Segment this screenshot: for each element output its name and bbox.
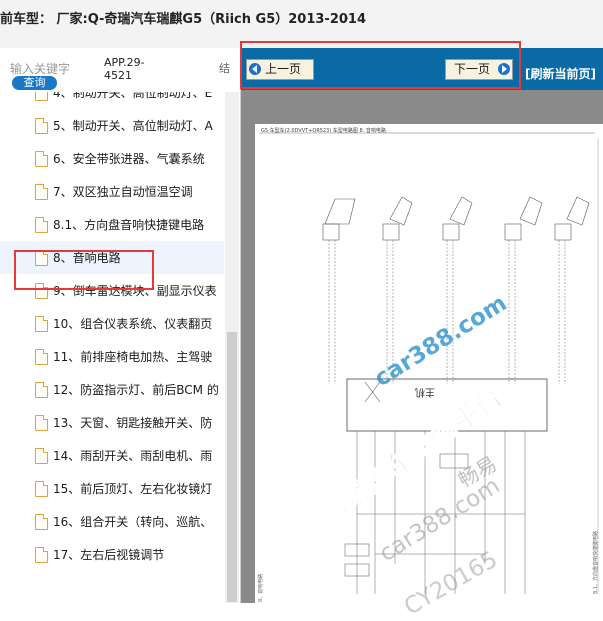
document-icon (35, 382, 48, 398)
document-icon (35, 151, 48, 167)
refresh-page-link[interactable]: [刷新当前页] (525, 65, 596, 82)
tree-item[interactable]: 6、安全带张进器、气囊系统 (0, 142, 224, 175)
tree-item[interactable]: 5、制动开关、高位制动灯、A (0, 109, 224, 142)
app-id-line2: 4521 (104, 69, 132, 82)
schematic-page: G5 车型车(2.0DVVT+QR523) 车型电路图 8. 音响电路 主机 8… (255, 124, 603, 603)
search-input[interactable]: 输入关键字 (10, 60, 70, 77)
vehicle-title: 前车型： 厂家:Q-奇瑞汽车瑞麒G5（Riich G5）2013-2014 (0, 12, 367, 27)
tree-scrollbar[interactable] (225, 92, 239, 603)
title-dot: . (346, 12, 349, 22)
tree-item-label: 14、雨刮开关、雨刮电机、雨 (53, 449, 213, 463)
document-tree: 4、制动开关、高位制动灯、E 5、制动开关、高位制动灯、A 6、安全带张进器、气… (0, 92, 224, 603)
tree-item-label: 5、制动开关、高位制动灯、A (53, 119, 213, 133)
document-icon (35, 514, 48, 530)
tree-item-label: 7、双区独立自动恒温空调 (53, 185, 193, 199)
selection-highlight-box (14, 250, 154, 290)
tree-item-label: 6、安全带张进器、气囊系统 (53, 152, 205, 166)
tree-item[interactable]: 13、天窗、钥匙接触开关、防 (0, 406, 224, 439)
page-right-caption: 8.1、方向盘音响快捷键电路 (593, 531, 599, 594)
tree-item[interactable]: 16、组合开关（转向、巡航、 (0, 505, 224, 538)
nav-highlight-box (240, 41, 521, 89)
tree-item[interactable]: 17、左右后视镜调节 (0, 538, 224, 571)
tree-item[interactable]: 8.1、方向盘音响快捷键电路 (0, 208, 224, 241)
tree-item-label: 13、天窗、钥匙接触开关、防 (53, 416, 213, 430)
document-icon (35, 316, 48, 332)
tree-item[interactable]: 7、双区独立自动恒温空调 (0, 175, 224, 208)
document-icon (35, 217, 48, 233)
tree-item[interactable]: 14、雨刮开关、雨刮电机、雨 (0, 439, 224, 472)
head-unit-label: 主机 (415, 386, 435, 397)
tree-item[interactable]: 4、制动开关、高位制动灯、E (0, 92, 224, 109)
document-icon (35, 481, 48, 497)
document-icon (35, 184, 48, 200)
document-icon (35, 415, 48, 431)
app-id-line1: APP.29- (104, 56, 145, 69)
tree-item-label: 17、左右后视镜调节 (53, 548, 165, 562)
tree-item[interactable]: 10、组合仪表系统、仪表翻页 (0, 307, 224, 340)
wiring-diagram (259, 132, 599, 594)
tree-item[interactable]: 15、前后顶灯、左右化妆镜灯 (0, 472, 224, 505)
viewer-pane: 上一页 下一页 [刷新当前页] G5 车型车(2.0DVVT+QR523) 车型… (241, 48, 603, 603)
clipped-edge-text: 结 (219, 62, 230, 75)
page-side-caption: 8、音响电路 (258, 573, 264, 602)
tree-item-label: 16、组合开关（转向、巡航、 (53, 515, 213, 529)
query-button[interactable]: 查询 (12, 76, 57, 90)
scrollbar-thumb[interactable] (227, 332, 237, 602)
tree-item-label: 11、前排座椅电加热、主驾驶 (53, 350, 213, 364)
tree-item-label: 8.1、方向盘音响快捷键电路 (53, 218, 205, 232)
document-viewer[interactable]: G5 车型车(2.0DVVT+QR523) 车型电路图 8. 音响电路 主机 8… (241, 90, 603, 603)
tree-item-label: 4、制动开关、高位制动灯、E (53, 92, 213, 100)
document-icon (35, 92, 48, 101)
tree-item-label: 10、组合仪表系统、仪表翻页 (53, 317, 213, 331)
tree-item-label: 12、防盗指示灯、前后BCM 的 (53, 383, 219, 397)
document-icon (35, 118, 48, 134)
tree-item[interactable]: 11、前排座椅电加热、主驾驶 (0, 340, 224, 373)
tree-item[interactable]: 12、防盗指示灯、前后BCM 的 (0, 373, 224, 406)
document-icon (35, 349, 48, 365)
left-pane: 输入关键字 查询 APP.29- 4521 结 4、制动开关、高位制动灯、E 5… (0, 48, 241, 603)
tree-item-label: 15、前后顶灯、左右化妆镜灯 (53, 482, 213, 496)
document-icon (35, 547, 48, 563)
document-icon (35, 448, 48, 464)
